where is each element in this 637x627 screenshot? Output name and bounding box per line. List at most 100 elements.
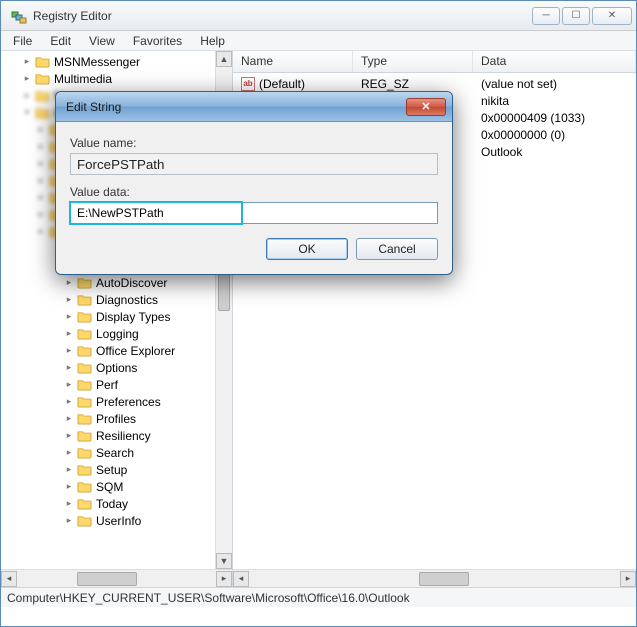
tree-node-label: MSNMessenger xyxy=(54,55,140,69)
menu-favorites[interactable]: Favorites xyxy=(125,32,190,50)
tree-node[interactable]: ▸Logging xyxy=(3,325,232,342)
expand-toggle-icon[interactable]: ▸ xyxy=(63,430,75,442)
folder-icon xyxy=(77,514,92,527)
scroll-left-icon[interactable]: ◂ xyxy=(1,571,17,587)
app-icon xyxy=(11,8,27,24)
expand-toggle-icon[interactable]: ▸ xyxy=(63,311,75,323)
tree-horizontal-scrollbar[interactable]: ◂ ▸ xyxy=(1,569,232,587)
scroll-up-icon[interactable]: ▲ xyxy=(216,51,232,67)
tree-node[interactable]: ▸Search xyxy=(3,444,232,461)
expand-toggle-icon[interactable]: ▸ xyxy=(63,447,75,459)
titlebar: Registry Editor ─ ☐ ✕ xyxy=(1,1,636,31)
statusbar: Computer\HKEY_CURRENT_USER\Software\Micr… xyxy=(1,587,636,607)
tree-node[interactable]: ▸Preferences xyxy=(3,393,232,410)
cancel-button[interactable]: Cancel xyxy=(356,238,438,260)
expand-toggle-icon[interactable]: ▸ xyxy=(63,294,75,306)
expand-toggle-icon[interactable]: ▸ xyxy=(21,73,33,85)
expand-toggle-icon[interactable]: ▸ xyxy=(63,515,75,527)
folder-icon xyxy=(77,293,92,306)
expand-toggle-icon[interactable]: ▸ xyxy=(63,379,75,391)
scroll-down-icon[interactable]: ▼ xyxy=(216,553,232,569)
tree-node[interactable]: ▸Multimedia xyxy=(3,70,232,87)
list-row[interactable]: ab(Default)REG_SZ(value not set) xyxy=(233,75,636,92)
value-name-text: (Default) xyxy=(259,77,305,91)
scroll-thumb-h[interactable] xyxy=(419,572,469,586)
folder-icon xyxy=(77,497,92,510)
tree-node[interactable]: ▸ Profiles xyxy=(3,410,232,427)
expand-toggle-icon[interactable]: ▸ xyxy=(35,192,47,204)
edit-string-dialog: Edit String ✕ Value name: Value data: OK… xyxy=(55,91,453,275)
tree-node[interactable]: ▸Today xyxy=(3,495,232,512)
expand-toggle-icon[interactable]: ▸ xyxy=(35,124,47,136)
expand-toggle-icon[interactable]: ▸ xyxy=(63,413,75,425)
tree-node[interactable]: ▸Options xyxy=(3,359,232,376)
tree-node[interactable]: ▸ AutoDiscover xyxy=(3,274,232,291)
tree-node-label: Office Explorer xyxy=(96,344,175,358)
scroll-thumb-h[interactable] xyxy=(77,572,137,586)
tree-node-label: Resiliency xyxy=(96,429,151,443)
window-title: Registry Editor xyxy=(33,9,532,23)
dialog-title: Edit String xyxy=(62,100,406,114)
expand-toggle-icon[interactable]: ▸ xyxy=(63,345,75,357)
tree-node-label: SQM xyxy=(96,480,123,494)
expand-toggle-icon[interactable]: ▸ xyxy=(63,362,75,374)
maximize-button[interactable]: ☐ xyxy=(562,7,590,25)
folder-icon xyxy=(77,446,92,459)
close-button[interactable]: ✕ xyxy=(592,7,632,25)
tree-node[interactable]: ▸ Perf xyxy=(3,376,232,393)
expand-toggle-icon[interactable]: ▸ xyxy=(63,277,75,289)
expand-toggle-icon[interactable]: ▸ xyxy=(21,56,33,68)
dialog-body: Value name: Value data: OK Cancel xyxy=(56,122,452,274)
scroll-right-icon[interactable]: ▸ xyxy=(620,571,636,587)
tree-node-label: UserInfo xyxy=(96,514,141,528)
tree-node[interactable]: ▸ Office Explorer xyxy=(3,342,232,359)
menu-help[interactable]: Help xyxy=(192,32,233,50)
column-header-type[interactable]: Type xyxy=(353,51,473,72)
expand-toggle-icon[interactable]: ▸ xyxy=(63,464,75,476)
tree-node-label: Perf xyxy=(96,378,118,392)
cell-type: REG_SZ xyxy=(353,77,473,91)
value-data-field[interactable] xyxy=(70,202,438,224)
list-header: Name Type Data xyxy=(233,51,636,73)
ok-button[interactable]: OK xyxy=(266,238,348,260)
expand-toggle-icon[interactable]: ▸ xyxy=(63,396,75,408)
dialog-buttons: OK Cancel xyxy=(70,238,438,260)
menubar: File Edit View Favorites Help xyxy=(1,31,636,51)
menu-file[interactable]: File xyxy=(5,32,40,50)
expand-toggle-icon[interactable]: ▸ xyxy=(63,498,75,510)
tree-node-label: AutoDiscover xyxy=(96,276,167,290)
tree-node-label: Profiles xyxy=(96,412,136,426)
tree-node[interactable]: ▸Setup xyxy=(3,461,232,478)
expand-toggle-icon[interactable]: ▸ xyxy=(63,328,75,340)
cell-data: 0x00000409 (1033) xyxy=(473,111,636,125)
dialog-titlebar[interactable]: Edit String ✕ xyxy=(56,92,452,122)
minimize-button[interactable]: ─ xyxy=(532,7,560,25)
cell-name: ab(Default) xyxy=(233,77,353,91)
expand-toggle-icon[interactable]: ▸ xyxy=(35,141,47,153)
expand-toggle-icon[interactable]: ▸ xyxy=(35,175,47,187)
expand-toggle-icon[interactable]: ▾ xyxy=(21,107,33,119)
tree-node[interactable]: ▸ UserInfo xyxy=(3,512,232,529)
tree-node[interactable]: ▸Diagnostics xyxy=(3,291,232,308)
list-horizontal-scrollbar[interactable]: ◂ ▸ xyxy=(233,569,636,587)
column-header-data[interactable]: Data xyxy=(473,51,636,72)
tree-node[interactable]: ▸ Resiliency xyxy=(3,427,232,444)
tree-node[interactable]: ▸ MSNMessenger xyxy=(3,53,232,70)
expand-toggle-icon[interactable]: ▸ xyxy=(21,90,33,102)
folder-icon xyxy=(77,276,92,289)
expand-toggle-icon[interactable]: ▸ xyxy=(63,481,75,493)
menu-view[interactable]: View xyxy=(81,32,123,50)
expand-toggle-icon[interactable]: ▸ xyxy=(35,226,47,238)
tree-node[interactable]: ▸Display Types xyxy=(3,308,232,325)
scroll-left-icon[interactable]: ◂ xyxy=(233,571,249,587)
tree-node[interactable]: ▸ SQM xyxy=(3,478,232,495)
dialog-close-button[interactable]: ✕ xyxy=(406,98,446,116)
folder-icon xyxy=(77,480,92,493)
scroll-right-icon[interactable]: ▸ xyxy=(216,571,232,587)
value-data-label: Value data: xyxy=(70,185,438,199)
expand-toggle-icon[interactable]: ▸ xyxy=(35,158,47,170)
column-header-name[interactable]: Name xyxy=(233,51,353,72)
folder-icon xyxy=(77,361,92,374)
expand-toggle-icon[interactable]: ▸ xyxy=(35,209,47,221)
menu-edit[interactable]: Edit xyxy=(42,32,79,50)
